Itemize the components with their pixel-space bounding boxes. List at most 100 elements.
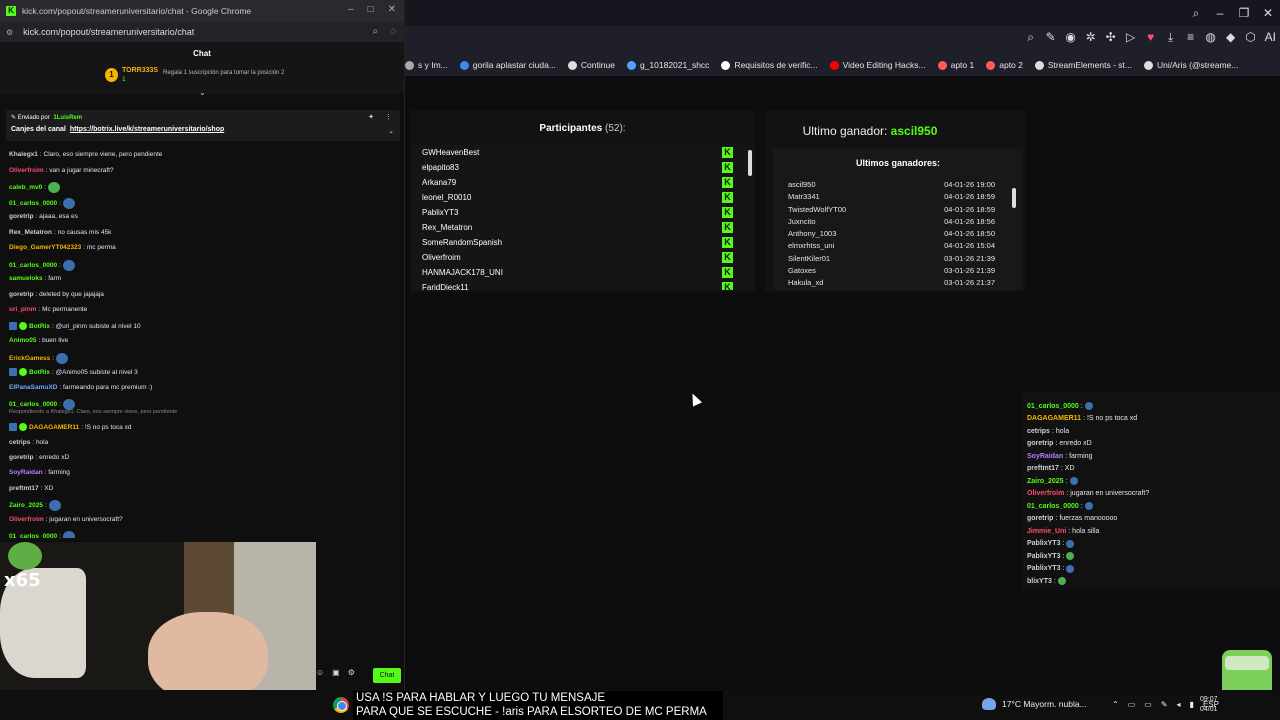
- chat-username[interactable]: BotRix: [29, 323, 50, 330]
- camera-icon[interactable]: ◉: [1065, 30, 1077, 45]
- chat-message[interactable]: samueloks: farm: [9, 275, 61, 282]
- chat-message[interactable]: cetrips: hola: [9, 439, 48, 446]
- bookmark-item[interactable]: Video Editing Hacks...: [829, 60, 926, 70]
- bookmark-item[interactable]: apto 2: [986, 60, 1023, 70]
- bookmark-item[interactable]: Continue: [567, 60, 615, 70]
- chat-message[interactable]: caleb_mv0:: [9, 182, 61, 193]
- battery-icon[interactable]: ▮: [1190, 700, 1194, 709]
- chat-username[interactable]: cetrips: [9, 439, 30, 446]
- emote-icon[interactable]: ☺: [316, 668, 324, 677]
- bookmark-item[interactable]: Uni/Aris (@streame...: [1143, 60, 1238, 70]
- maximize-icon[interactable]: □: [368, 4, 374, 15]
- zoom-icon[interactable]: ⌕: [1025, 30, 1037, 45]
- filter-icon[interactable]: ⌄: [199, 88, 206, 97]
- chat-username[interactable]: goretrip: [9, 213, 34, 220]
- chat-message[interactable]: preftmt17: XD: [9, 485, 53, 492]
- site-info-icon[interactable]: ⚙: [6, 28, 13, 37]
- chat-message[interactable]: Oliverfroim: jugaran en universocraft?: [9, 516, 123, 523]
- minimize-icon[interactable]: –: [1208, 6, 1232, 20]
- chat-message[interactable]: SoyRaidan: farming: [9, 469, 70, 476]
- bookmark-item[interactable]: gorila aplastar ciuda...: [459, 60, 556, 70]
- chat-username[interactable]: Rex_Metatron: [9, 229, 52, 236]
- participants-list[interactable]: GWHeavenBest Kelpapito83 K Arkana79 Kleonel_…: [410, 145, 755, 290]
- chat-username[interactable]: Diego_GamerYT042323: [9, 244, 81, 251]
- chat-message[interactable]: ErickGamess:: [9, 353, 69, 364]
- download-icon[interactable]: ⤓: [1165, 30, 1177, 45]
- extension-icon[interactable]: ✲: [1085, 30, 1097, 45]
- chat-message[interactable]: 01_carlos_0000:: [9, 531, 75, 538]
- winners-list-box[interactable]: Ultimos ganadores: ascil950 04-01-26 19:0…: [773, 148, 1023, 290]
- chat-username[interactable]: 01_carlos_0000: [9, 262, 57, 269]
- chat-message[interactable]: ElPanaSamuXD: farmeando para mc premium …: [9, 384, 152, 391]
- puzzle-icon[interactable]: ✣: [1105, 30, 1117, 45]
- chat-username[interactable]: uri_pinm: [9, 306, 36, 313]
- chat-username[interactable]: 01_carlos_0000: [9, 200, 57, 207]
- participant-row[interactable]: Arkana79 K: [410, 175, 755, 190]
- chrome-icon[interactable]: [333, 697, 349, 713]
- eye-off-icon[interactable]: ◌: [390, 26, 396, 37]
- chevron-up-icon[interactable]: ⌃: [1112, 700, 1119, 709]
- more-options-icon[interactable]: ⋮: [385, 113, 392, 121]
- bookmark-item[interactable]: StreamElements - st...: [1034, 60, 1132, 70]
- pinned-message[interactable]: ✎ Enviado por 1LuisRem Canjes del canal …: [6, 110, 400, 141]
- participant-row[interactable]: SomeRandomSpanish K: [410, 235, 755, 250]
- winners-scrollbar[interactable]: [1012, 188, 1016, 208]
- participants-scrollbar[interactable]: [748, 150, 752, 176]
- zoom-icon[interactable]: ⌕: [372, 26, 378, 37]
- chat-username[interactable]: ElPanaSamuXD: [9, 384, 57, 391]
- pen-icon[interactable]: ✎: [1161, 700, 1168, 709]
- chat-username[interactable]: 01_carlos_0000: [9, 401, 57, 408]
- participant-row[interactable]: GWHeavenBest K: [410, 145, 755, 160]
- chat-message[interactable]: Animo05: buen live: [9, 337, 68, 344]
- close-icon[interactable]: ✕: [388, 4, 396, 15]
- chat-username[interactable]: goretrip: [9, 454, 34, 461]
- bookmark-item[interactable]: Requisitos de verific...: [721, 60, 818, 70]
- network-icon[interactable]: ▭: [1144, 700, 1152, 709]
- settings-icon[interactable]: ⚙: [348, 668, 355, 677]
- bookmark-item[interactable]: g_10182021_shcc: [626, 60, 709, 70]
- chat-message[interactable]: Diego_GamerYT042323: mc perma: [9, 244, 116, 251]
- heart-icon[interactable]: ♥: [1145, 30, 1157, 45]
- chat-message[interactable]: BotRix: @uri_pinm subiste al nivel 10: [9, 322, 141, 330]
- chat-message[interactable]: goretrip: ajaaa, esa es: [9, 213, 78, 220]
- cube-icon[interactable]: ⬡: [1245, 30, 1257, 45]
- participant-row[interactable]: PablixYT3 K: [410, 205, 755, 220]
- chat-message[interactable]: Zairo_2025:: [9, 500, 61, 511]
- participant-row[interactable]: Oliverfroim K: [410, 250, 755, 265]
- weather-widget[interactable]: 17°C Mayorm. nubla...: [982, 698, 1087, 710]
- chat-username[interactable]: caleb_mv0: [9, 184, 42, 191]
- minimize-icon[interactable]: –: [348, 4, 354, 15]
- chat-message[interactable]: 01_carlos_0000:: [9, 198, 75, 209]
- pinned-link[interactable]: https://botrix.live/k/streameruniversita…: [70, 126, 224, 133]
- sub-leaderboard[interactable]: 1 TORR333S 1 Regala 1 suscripción para t…: [0, 64, 404, 97]
- participant-row[interactable]: leonel_R0010 K: [410, 190, 755, 205]
- play-icon[interactable]: ▷: [1125, 30, 1137, 45]
- participant-row[interactable]: elpapito83 K: [410, 160, 755, 175]
- bookmark-item[interactable]: apto 1: [937, 60, 974, 70]
- chat-send-button[interactable]: Chat: [373, 668, 401, 683]
- gem-icon[interactable]: ◆: [1225, 30, 1237, 45]
- chat-username[interactable]: SoyRaidan: [9, 469, 43, 476]
- chat-username[interactable]: Khalegx1: [9, 151, 38, 158]
- participant-row[interactable]: FaridDieck11 K: [410, 280, 755, 290]
- chat-username[interactable]: samueloks: [9, 275, 43, 282]
- chat-message[interactable]: uri_pinm: Mc permanente: [9, 306, 87, 313]
- chat-message[interactable]: Rex_Metatron: no causas mis 45k: [9, 229, 111, 236]
- chat-message[interactable]: DAGAGAMER11: !S no ps toca xd: [9, 423, 131, 431]
- chat-username[interactable]: BotRix: [29, 369, 50, 376]
- chat-username[interactable]: Oliverfroim: [9, 167, 44, 174]
- chat-username[interactable]: Oliverfroim: [9, 516, 44, 523]
- chat-message[interactable]: BotRix: @Animo05 subiste al nivel 3: [9, 368, 138, 376]
- chat-username[interactable]: Zairo_2025: [9, 502, 43, 509]
- participant-row[interactable]: HANMAJACK178_UNI K: [410, 265, 755, 280]
- bookmark-item[interactable]: s y Im...: [405, 60, 448, 70]
- chat-message[interactable]: Oliverfroim: van a jugar minecraft?: [9, 167, 114, 174]
- menu-icon[interactable]: ≡: [1185, 30, 1197, 45]
- gift-prompt[interactable]: Regala 1 suscripción para tomar la posic…: [163, 70, 284, 76]
- popup-url[interactable]: kick.com/popout/streameruniversitario/ch…: [23, 27, 194, 37]
- profile-icon[interactable]: ◍: [1205, 30, 1217, 45]
- chat-username[interactable]: DAGAGAMER11: [29, 424, 79, 431]
- unpin-icon[interactable]: ✦: [368, 113, 374, 121]
- maximize-icon[interactable]: ❐: [1232, 6, 1256, 20]
- chat-message[interactable]: goretrip: deleted by que jajajaja: [9, 291, 104, 298]
